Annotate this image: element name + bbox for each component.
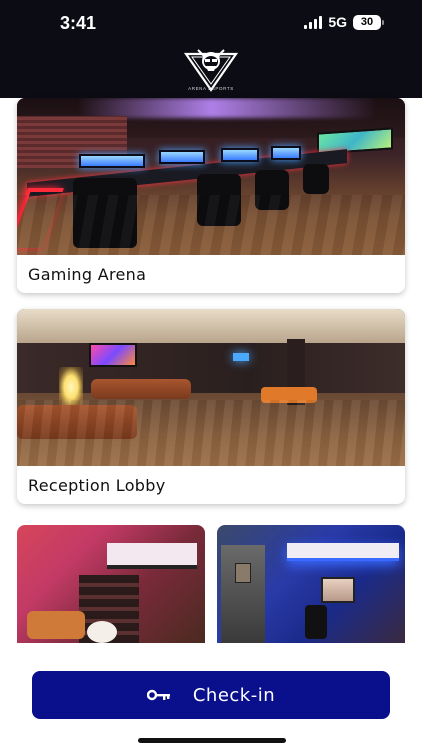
reception-lobby-card[interactable]: Reception Lobby bbox=[17, 309, 405, 504]
battery-icon: 30 bbox=[353, 14, 384, 30]
status-icons: 5G 30 bbox=[304, 14, 384, 30]
room-tile-2[interactable] bbox=[217, 525, 405, 643]
battery-level: 30 bbox=[353, 14, 381, 30]
status-time: 3:41 bbox=[60, 13, 97, 33]
logo-text: ARENA ESPORTS bbox=[188, 86, 234, 91]
gaming-arena-card[interactable]: Gaming Arena bbox=[17, 98, 405, 293]
check-in-button[interactable]: Check-in bbox=[32, 671, 390, 719]
reception-lobby-photo bbox=[17, 309, 405, 466]
app-screen: 3:41 5G 30 ARENA ESPORTS Gaming Arena Re… bbox=[0, 0, 422, 750]
gaming-arena-photo bbox=[17, 98, 405, 255]
card-caption: Reception Lobby bbox=[28, 475, 166, 495]
signal-icon bbox=[304, 15, 323, 29]
room-tile-1[interactable] bbox=[17, 525, 205, 643]
home-indicator bbox=[138, 738, 286, 743]
check-in-label: Check-in bbox=[192, 684, 276, 706]
card-caption: Gaming Arena bbox=[28, 264, 147, 284]
network-type: 5G bbox=[328, 14, 347, 30]
key-icon bbox=[146, 689, 170, 701]
app-header: 3:41 5G 30 ARENA ESPORTS bbox=[0, 0, 422, 98]
